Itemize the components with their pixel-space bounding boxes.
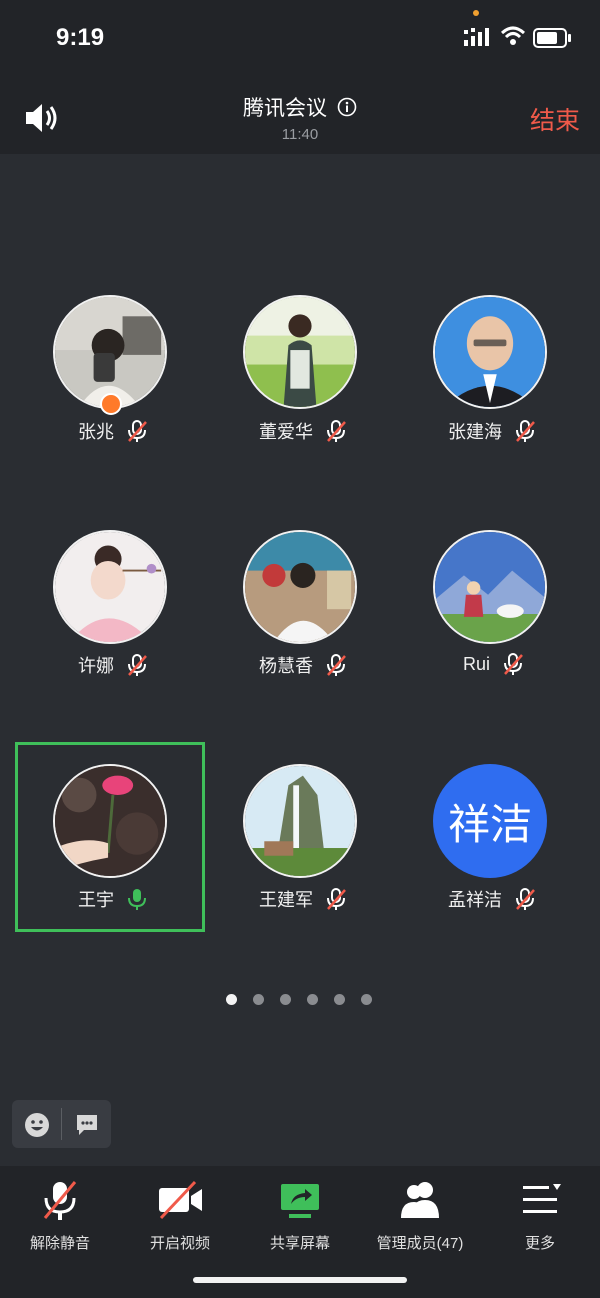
avatar	[433, 295, 547, 409]
mic-icon	[128, 889, 146, 910]
avatar	[53, 295, 167, 409]
chat-icon[interactable]	[74, 1112, 100, 1138]
signal-icon	[464, 28, 489, 46]
page-dot[interactable]	[334, 994, 345, 1005]
share-screen-label: 共享屏幕	[269, 1235, 330, 1252]
participant-name: 杨慧香	[259, 656, 313, 676]
participant-name: 张建海	[448, 422, 502, 442]
page-dot[interactable]	[280, 994, 291, 1005]
more-icon	[523, 1184, 561, 1213]
host-badge-icon	[100, 393, 122, 415]
page-dot[interactable]	[361, 994, 372, 1005]
manage-members-label: 管理成员(47)	[376, 1235, 464, 1252]
mic-muted-icon	[504, 653, 523, 675]
home-indicator[interactable]	[193, 1277, 407, 1283]
start-video-label: 开启视频	[149, 1235, 210, 1252]
more-button[interactable]: 更多	[480, 1178, 600, 1253]
reaction-chat-bar	[12, 1100, 111, 1148]
share-screen-icon	[281, 1184, 319, 1218]
mic-muted-icon	[43, 1181, 77, 1220]
end-meeting-button[interactable]: 结束	[530, 101, 580, 137]
page-indicator[interactable]	[226, 994, 372, 1005]
mic-indicator-dot	[473, 10, 479, 16]
mic-muted-icon	[516, 888, 535, 910]
participant-name-row: 孟祥洁	[448, 886, 536, 912]
status-time: 9:19	[56, 24, 105, 51]
info-icon[interactable]	[337, 97, 357, 117]
participant-name-row: 王宇	[78, 886, 148, 912]
top-bar: 9:19 腾讯会议 11:40 结束	[0, 0, 600, 154]
more-label: 更多	[524, 1235, 555, 1252]
participant-name-row: 杨慧香	[259, 652, 347, 678]
divider	[61, 1108, 62, 1140]
mic-muted-icon	[128, 420, 147, 442]
participant-name: 董爱华	[259, 422, 313, 442]
participant-name: 张兆	[78, 422, 114, 442]
avatar	[433, 530, 547, 644]
avatar	[53, 530, 167, 644]
start-video-button[interactable]: 开启视频	[120, 1178, 240, 1253]
emoji-icon[interactable]	[24, 1112, 50, 1138]
avatar	[243, 295, 357, 409]
mic-muted-icon	[516, 420, 535, 442]
page-dot[interactable]	[226, 994, 237, 1005]
page-dot[interactable]	[307, 994, 318, 1005]
avatar: 祥洁	[433, 764, 547, 878]
avatar	[243, 764, 357, 878]
members-icon	[401, 1182, 439, 1218]
meeting-duration: 11:40	[281, 126, 319, 143]
unmute-button[interactable]: 解除静音	[0, 1178, 120, 1253]
participant-name-row: 许娜	[78, 652, 148, 678]
wifi-icon	[500, 26, 526, 45]
participant-name: 王宇	[78, 890, 114, 910]
participant-name-row: 张兆	[78, 418, 148, 444]
meeting-title[interactable]: 腾讯会议	[0, 92, 600, 122]
participant-name: 孟祥洁	[448, 890, 502, 910]
participant-name-row: 张建海	[448, 418, 536, 444]
share-screen-button[interactable]: 共享屏幕	[240, 1178, 360, 1253]
battery-icon	[533, 28, 571, 48]
mic-muted-icon	[128, 654, 147, 676]
avatar	[243, 530, 357, 644]
video-off-icon	[159, 1180, 202, 1220]
mic-muted-icon	[327, 420, 346, 442]
manage-members-button[interactable]: 管理成员(47)	[360, 1178, 480, 1253]
participant-name: 王建军	[259, 890, 313, 910]
avatar	[53, 764, 167, 878]
meeting-title-label: 腾讯会议	[243, 97, 327, 120]
participant-name-row: Rui	[463, 652, 524, 676]
participant-name-row: 王建军	[259, 886, 347, 912]
mic-muted-icon	[327, 654, 346, 676]
participant-name: Rui	[463, 653, 491, 674]
participant-name: 许娜	[78, 656, 114, 676]
page-dot[interactable]	[253, 994, 264, 1005]
mic-muted-icon	[327, 888, 346, 910]
participant-name-row: 董爱华	[259, 418, 347, 444]
unmute-label: 解除静音	[29, 1235, 90, 1252]
